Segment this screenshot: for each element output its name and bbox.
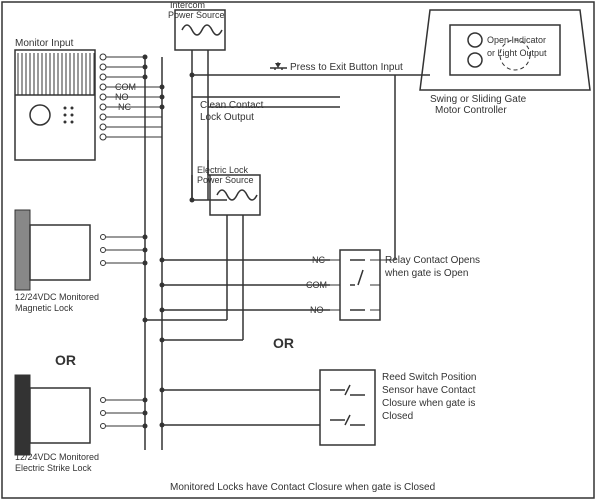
svg-text:Electric Strike Lock: Electric Strike Lock xyxy=(15,463,92,473)
svg-text:COM: COM xyxy=(115,82,136,92)
svg-text:Electric Lock: Electric Lock xyxy=(197,165,249,175)
svg-text:Press to Exit Button Input: Press to Exit Button Input xyxy=(290,62,403,73)
svg-text:Power Source: Power Source xyxy=(168,10,225,20)
svg-text:Sensor have Contact: Sensor have Contact xyxy=(382,385,476,396)
svg-text:NO: NO xyxy=(115,92,129,102)
wiring-diagram: Monitor Input COM NO NC Intercom Power S… xyxy=(0,0,596,500)
svg-text:OR: OR xyxy=(55,352,76,368)
svg-text:Power Source: Power Source xyxy=(197,175,254,185)
svg-text:Swing or Sliding Gate: Swing or Sliding Gate xyxy=(430,94,527,105)
svg-text:Monitored Locks have Contact C: Monitored Locks have Contact Closure whe… xyxy=(170,482,435,493)
svg-text:Lock Output: Lock Output xyxy=(200,112,254,123)
svg-text:Clean Contact: Clean Contact xyxy=(200,100,264,111)
svg-text:12/24VDC Monitored: 12/24VDC Monitored xyxy=(15,452,99,462)
svg-text:Magnetic Lock: Magnetic Lock xyxy=(15,303,74,313)
monitor-input-label: Monitor Input xyxy=(15,38,74,49)
svg-text:NC: NC xyxy=(118,102,131,112)
svg-text:Open Indicator: Open Indicator xyxy=(487,35,546,45)
svg-text:Closed: Closed xyxy=(382,411,413,422)
svg-text:or Light Output: or Light Output xyxy=(487,48,547,58)
svg-text:Intercom: Intercom xyxy=(170,0,205,10)
svg-text:Reed Switch Position: Reed Switch Position xyxy=(382,372,477,383)
svg-text:Relay Contact Opens: Relay Contact Opens xyxy=(385,255,480,266)
svg-text:when gate is Open: when gate is Open xyxy=(384,268,468,279)
svg-text:Closure when gate is: Closure when gate is xyxy=(382,398,475,409)
svg-text:OR: OR xyxy=(273,335,294,351)
svg-text:12/24VDC Monitored: 12/24VDC Monitored xyxy=(15,292,99,302)
svg-text:Motor Controller: Motor Controller xyxy=(435,105,507,116)
